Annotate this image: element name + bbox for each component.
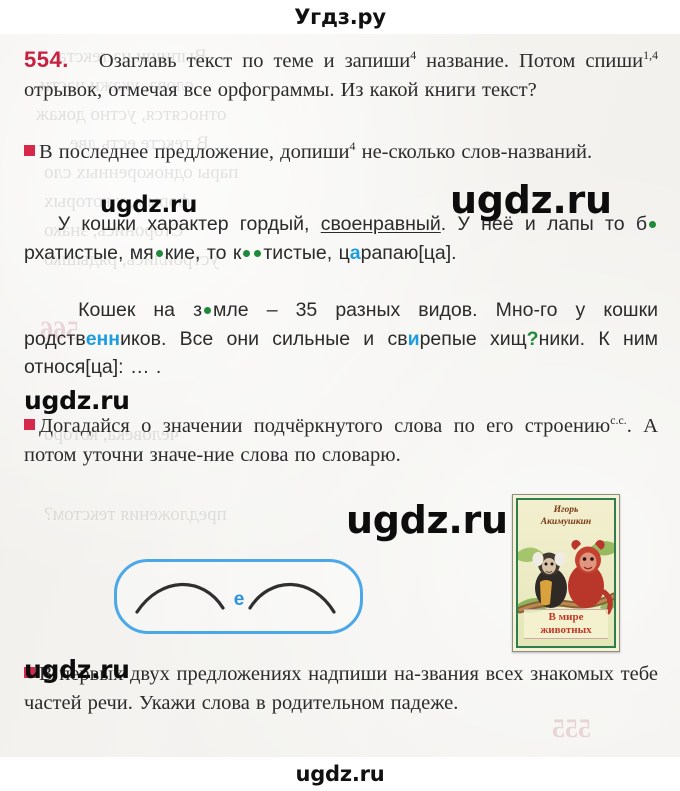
square-bullet-icon xyxy=(24,419,35,430)
textbook-page: Выпиши из текста слова, укажи части отно… xyxy=(0,0,680,791)
watermark-footer: ugdz.ru xyxy=(295,762,385,786)
square-bullet-icon xyxy=(24,145,35,156)
filled-letter: а xyxy=(349,241,361,264)
task-statement-text: Озаглавь текст по теме и запиши4 названи… xyxy=(24,48,658,101)
task-statement: 554. Озаглавь текст по теме и запиши4 на… xyxy=(24,46,658,104)
connecting-vowel: е xyxy=(233,589,245,610)
book-author-line1: Игорь xyxy=(553,505,579,515)
underlined-word: своенравный xyxy=(320,213,441,235)
subtask-3: В первых двух предложениях надпиши на‑зв… xyxy=(24,660,658,717)
book-title-line2: животных xyxy=(540,624,592,636)
header-strip: Угдз.ру xyxy=(0,0,680,34)
missing-letter-dot xyxy=(204,307,212,314)
missing-letter-dot xyxy=(254,249,262,257)
subtask-2-text: Догадайся о значении подчёркнутого слова… xyxy=(24,413,658,466)
watermark-header: Угдз.ру xyxy=(294,5,386,29)
book-author-line2: Акимушкин xyxy=(540,516,592,527)
filled-letter: и xyxy=(407,327,420,350)
missing-letter-dot xyxy=(155,249,163,257)
book-cover: Игорь Акимушкин В мире животных xyxy=(512,494,620,652)
subtask-3-text: В первых двух предложениях надпиши на‑зв… xyxy=(24,663,658,714)
footer-strip: ugdz.ru xyxy=(0,757,680,791)
book-cover-frame: Игорь Акимушкин В мире животных xyxy=(516,498,616,648)
subtask-1-text: В последнее предложение, допиши4 не‑скол… xyxy=(39,139,593,163)
book-author: Игорь Акимушкин xyxy=(518,505,614,528)
missing-letter-dot xyxy=(243,249,251,257)
filled-letter: енн xyxy=(85,327,121,350)
excerpt-paragraph-1: У кошки характер гордый, своенравный. У … xyxy=(24,210,658,267)
subtask-1: В последнее предложение, допиши4 не‑скол… xyxy=(24,138,658,167)
excerpt-paragraph-2: Кошек на з мле – 35 разных видов. Мно‑го … xyxy=(24,299,659,378)
book-title-line1: В мире xyxy=(548,611,584,623)
book-title: В мире животных xyxy=(524,609,608,639)
word-structure-scheme: е xyxy=(114,559,363,634)
square-bullet-icon xyxy=(24,667,35,678)
missing-letter-dot xyxy=(649,221,657,228)
exercise-number: 554. xyxy=(24,47,69,72)
subtask-2: Догадайся о значении подчёркнутого слова… xyxy=(24,412,658,469)
question-mark-marker: ? xyxy=(526,327,539,350)
